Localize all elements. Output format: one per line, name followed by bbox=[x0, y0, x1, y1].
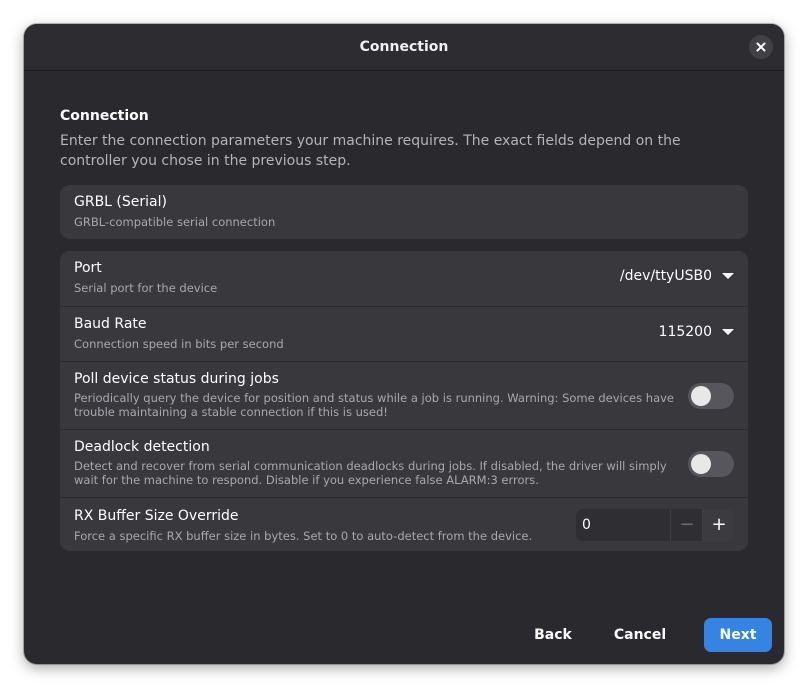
deadlock-subtitle: Detect and recover from serial communica… bbox=[74, 459, 667, 487]
rx-buffer-spinbutton: − + bbox=[576, 509, 734, 541]
port-dropdown[interactable]: /dev/ttyUSB0 bbox=[620, 268, 734, 284]
baud-rate-title: Baud Rate bbox=[74, 316, 147, 332]
back-button[interactable]: Back bbox=[528, 618, 578, 652]
poll-status-row: Poll device status during jobs Periodica… bbox=[60, 361, 748, 429]
close-icon bbox=[756, 42, 766, 52]
dialog-window: Connection Connection Enter the connecti… bbox=[24, 24, 784, 664]
port-value: /dev/ttyUSB0 bbox=[619, 268, 712, 284]
chevron-down-icon bbox=[722, 273, 734, 279]
port-title: Port bbox=[74, 260, 102, 276]
baud-rate-row: Baud Rate Connection speed in bits per s… bbox=[60, 306, 748, 361]
baud-rate-subtitle: Connection speed in bits per second bbox=[74, 337, 284, 351]
switch-knob bbox=[691, 454, 711, 474]
chevron-down-icon bbox=[722, 329, 734, 335]
settings-list: Port Serial port for the device /dev/tty… bbox=[60, 251, 748, 551]
rx-buffer-input[interactable] bbox=[576, 509, 670, 541]
switch-knob bbox=[691, 386, 711, 406]
deadlock-title: Deadlock detection bbox=[74, 439, 210, 455]
poll-status-switch[interactable] bbox=[688, 383, 734, 409]
content-area: Connection Enter the connection paramete… bbox=[60, 106, 748, 551]
section-description: Enter the connection parameters your mac… bbox=[60, 133, 681, 169]
driver-subtitle: GRBL-compatible serial connection bbox=[74, 215, 276, 229]
baud-rate-value: 115200 bbox=[658, 324, 712, 340]
driver-info-card: GRBL (Serial) GRBL-compatible serial con… bbox=[60, 185, 748, 239]
baud-rate-dropdown[interactable]: 115200 bbox=[659, 324, 734, 340]
poll-status-title: Poll device status during jobs bbox=[74, 371, 279, 387]
window-title: Connection bbox=[359, 39, 449, 55]
next-button[interactable]: Next bbox=[704, 618, 772, 652]
increment-button[interactable]: + bbox=[702, 509, 734, 541]
poll-status-subtitle: Periodically query the device for positi… bbox=[74, 391, 674, 419]
cancel-button[interactable]: Cancel bbox=[608, 618, 672, 652]
deadlock-row: Deadlock detection Detect and recover fr… bbox=[60, 429, 748, 497]
driver-title: GRBL (Serial) bbox=[74, 194, 167, 210]
port-row: Port Serial port for the device /dev/tty… bbox=[60, 251, 748, 306]
rx-buffer-row: RX Buffer Size Override Force a specific… bbox=[60, 497, 748, 551]
rx-buffer-subtitle: Force a specific RX buffer size in bytes… bbox=[74, 529, 533, 543]
decrement-button[interactable]: − bbox=[670, 509, 703, 541]
header-bar: Connection bbox=[24, 24, 784, 71]
rx-buffer-title: RX Buffer Size Override bbox=[74, 508, 239, 524]
port-subtitle: Serial port for the device bbox=[74, 281, 218, 295]
section-title: Connection bbox=[60, 108, 149, 124]
close-button[interactable] bbox=[749, 35, 773, 59]
deadlock-switch[interactable] bbox=[688, 451, 734, 477]
